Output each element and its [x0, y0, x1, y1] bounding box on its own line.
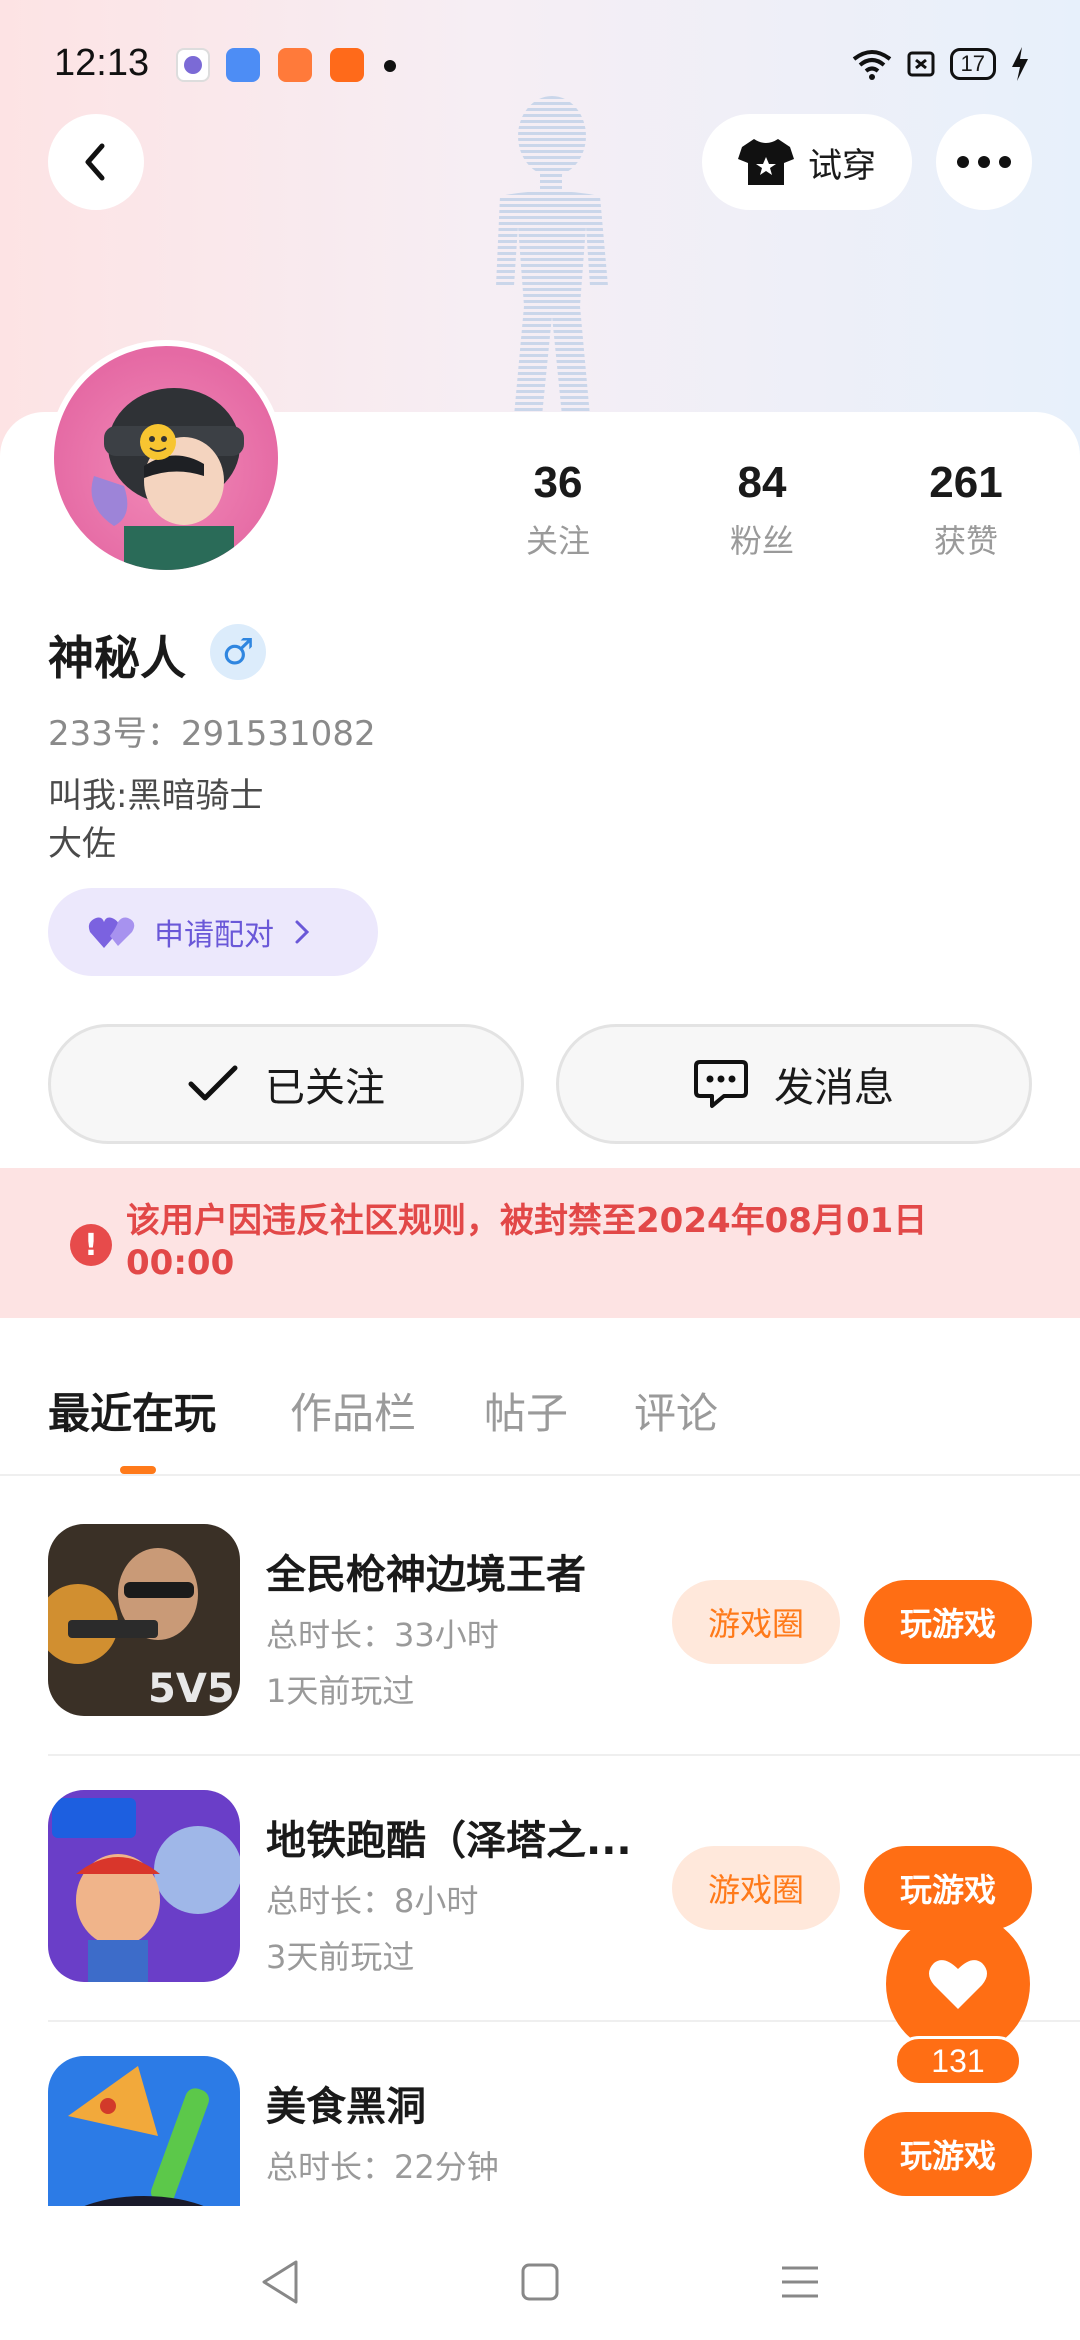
chat-app-notification-icon — [176, 48, 210, 82]
tab-comments[interactable]: 评论 — [634, 1380, 718, 1441]
nav-recents-button[interactable] — [770, 2252, 830, 2312]
sim-icon — [907, 51, 935, 77]
active-tab-indicator — [120, 1466, 156, 1474]
username: 神秘人 — [48, 631, 186, 685]
game-title: 美食黑洞 — [266, 2084, 426, 2130]
more-dots-icon — [957, 156, 1011, 168]
avatar-figure-hologram — [496, 96, 608, 416]
profile-tabs: 最近在玩 作品栏 帖子 评论 — [0, 1380, 1080, 1476]
check-icon — [188, 1065, 238, 1101]
game-icon-shooter: 5V5 — [48, 1524, 240, 1716]
list-divider — [48, 1754, 1080, 1756]
try-on-button[interactable]: 试穿 — [702, 114, 912, 210]
game-circle-button[interactable]: 游戏圈 — [672, 1580, 840, 1664]
app-notification-icon — [278, 48, 312, 82]
messenger-notification-icon — [226, 48, 260, 82]
warning-icon: ! — [70, 1224, 112, 1266]
battery-indicator: 17 — [949, 48, 996, 80]
chevron-right-icon — [295, 920, 310, 944]
likes-label: 获赞 — [933, 522, 998, 560]
user-bio: 叫我:黑暗骑士 大佐 — [48, 772, 263, 868]
play-game-button[interactable]: 玩游戏 — [864, 2112, 1032, 2196]
bio-line-1: 叫我:黑暗骑士 — [48, 776, 264, 816]
chevron-left-icon — [85, 143, 105, 181]
stat-following[interactable]: 36 关注 — [478, 458, 638, 562]
following-count: 36 — [533, 458, 583, 507]
request-pair-button[interactable]: 申请配对 — [48, 888, 378, 976]
bio-line-2: 大佐 — [48, 824, 116, 864]
request-pair-label: 申请配对 — [154, 918, 274, 953]
game-duration: 总时长：22分钟 — [266, 2148, 499, 2186]
send-message-button[interactable]: 发消息 — [556, 1024, 1032, 1144]
square-home-icon — [521, 2263, 559, 2301]
game-icon-food-hole — [48, 2056, 240, 2206]
back-button[interactable] — [48, 114, 144, 210]
system-navigation-bar — [0, 2206, 1080, 2340]
app-notification-icon-2 — [330, 48, 364, 82]
game-title: 全民枪神边境王者 — [266, 1552, 586, 1598]
like-floating-button[interactable] — [886, 1912, 1030, 2056]
game-last-played: 3天前玩过 — [266, 2198, 414, 2206]
game-duration: 总时长：33小时 — [266, 1616, 499, 1654]
nav-back-button[interactable] — [250, 2252, 310, 2312]
stat-followers[interactable]: 84 粉丝 — [682, 458, 842, 562]
following-label: 关注 — [525, 522, 590, 560]
male-gender-icon: ♂ — [210, 624, 266, 680]
more-notifications-dot — [384, 60, 396, 72]
heart-icon — [929, 1960, 987, 2009]
charging-icon — [1012, 47, 1028, 81]
try-on-label: 试穿 — [808, 145, 876, 186]
wifi-icon — [852, 50, 891, 80]
stat-likes[interactable]: 261 获赞 — [886, 458, 1046, 562]
tab-works[interactable]: 作品栏 — [290, 1380, 416, 1441]
followed-button[interactable]: 已关注 — [48, 1024, 524, 1144]
game-icon-subway-surfers — [48, 1790, 240, 1982]
more-options-button[interactable] — [936, 114, 1032, 210]
game-title: 地铁跑酷（泽塔之... — [266, 1818, 632, 1864]
chat-bubble-icon — [694, 1060, 748, 1108]
send-message-label: 发消息 — [774, 1065, 894, 1111]
game-duration: 总时长：8小时 — [266, 1882, 479, 1920]
followers-count: 84 — [737, 458, 787, 507]
followers-label: 粉丝 — [729, 522, 794, 560]
tshirt-icon — [738, 139, 794, 185]
game-last-played: 3天前玩过 — [266, 1938, 415, 1976]
triangle-back-icon — [262, 2260, 298, 2304]
tab-posts[interactable]: 帖子 — [484, 1380, 568, 1441]
game-circle-button[interactable]: 游戏圈 — [672, 1846, 840, 1930]
avatar-illustration — [91, 388, 244, 570]
svg-text:5V5: 5V5 — [148, 1666, 235, 1712]
game-last-played: 1天前玩过 — [266, 1672, 415, 1710]
followed-label: 已关注 — [265, 1065, 385, 1111]
play-game-button[interactable]: 玩游戏 — [864, 1580, 1032, 1664]
status-time: 12:13 — [54, 42, 150, 84]
likes-count: 261 — [929, 458, 1003, 507]
menu-lines-icon — [782, 2266, 818, 2298]
game-list-item[interactable]: 5V5 全民枪神边境王者 总时长：33小时 1天前玩过 游戏圈 玩游戏 — [0, 1524, 1080, 1790]
user-id: 233号：291531082 — [48, 714, 376, 754]
avatar[interactable] — [48, 340, 284, 576]
system-icons: 17 — [852, 44, 1030, 84]
tab-recently-played[interactable]: 最近在玩 — [48, 1380, 216, 1441]
ban-notice-text: 该用户因违反社区规则，被封禁至2024年08月01日 00:00 — [126, 1201, 928, 1283]
nav-home-button[interactable] — [510, 2252, 570, 2312]
double-heart-icon — [88, 917, 135, 948]
like-count-badge: 131 — [894, 2036, 1022, 2086]
ban-notice-banner: ! 该用户因违反社区规则，被封禁至2024年08月01日 00:00 — [0, 1168, 1080, 1318]
